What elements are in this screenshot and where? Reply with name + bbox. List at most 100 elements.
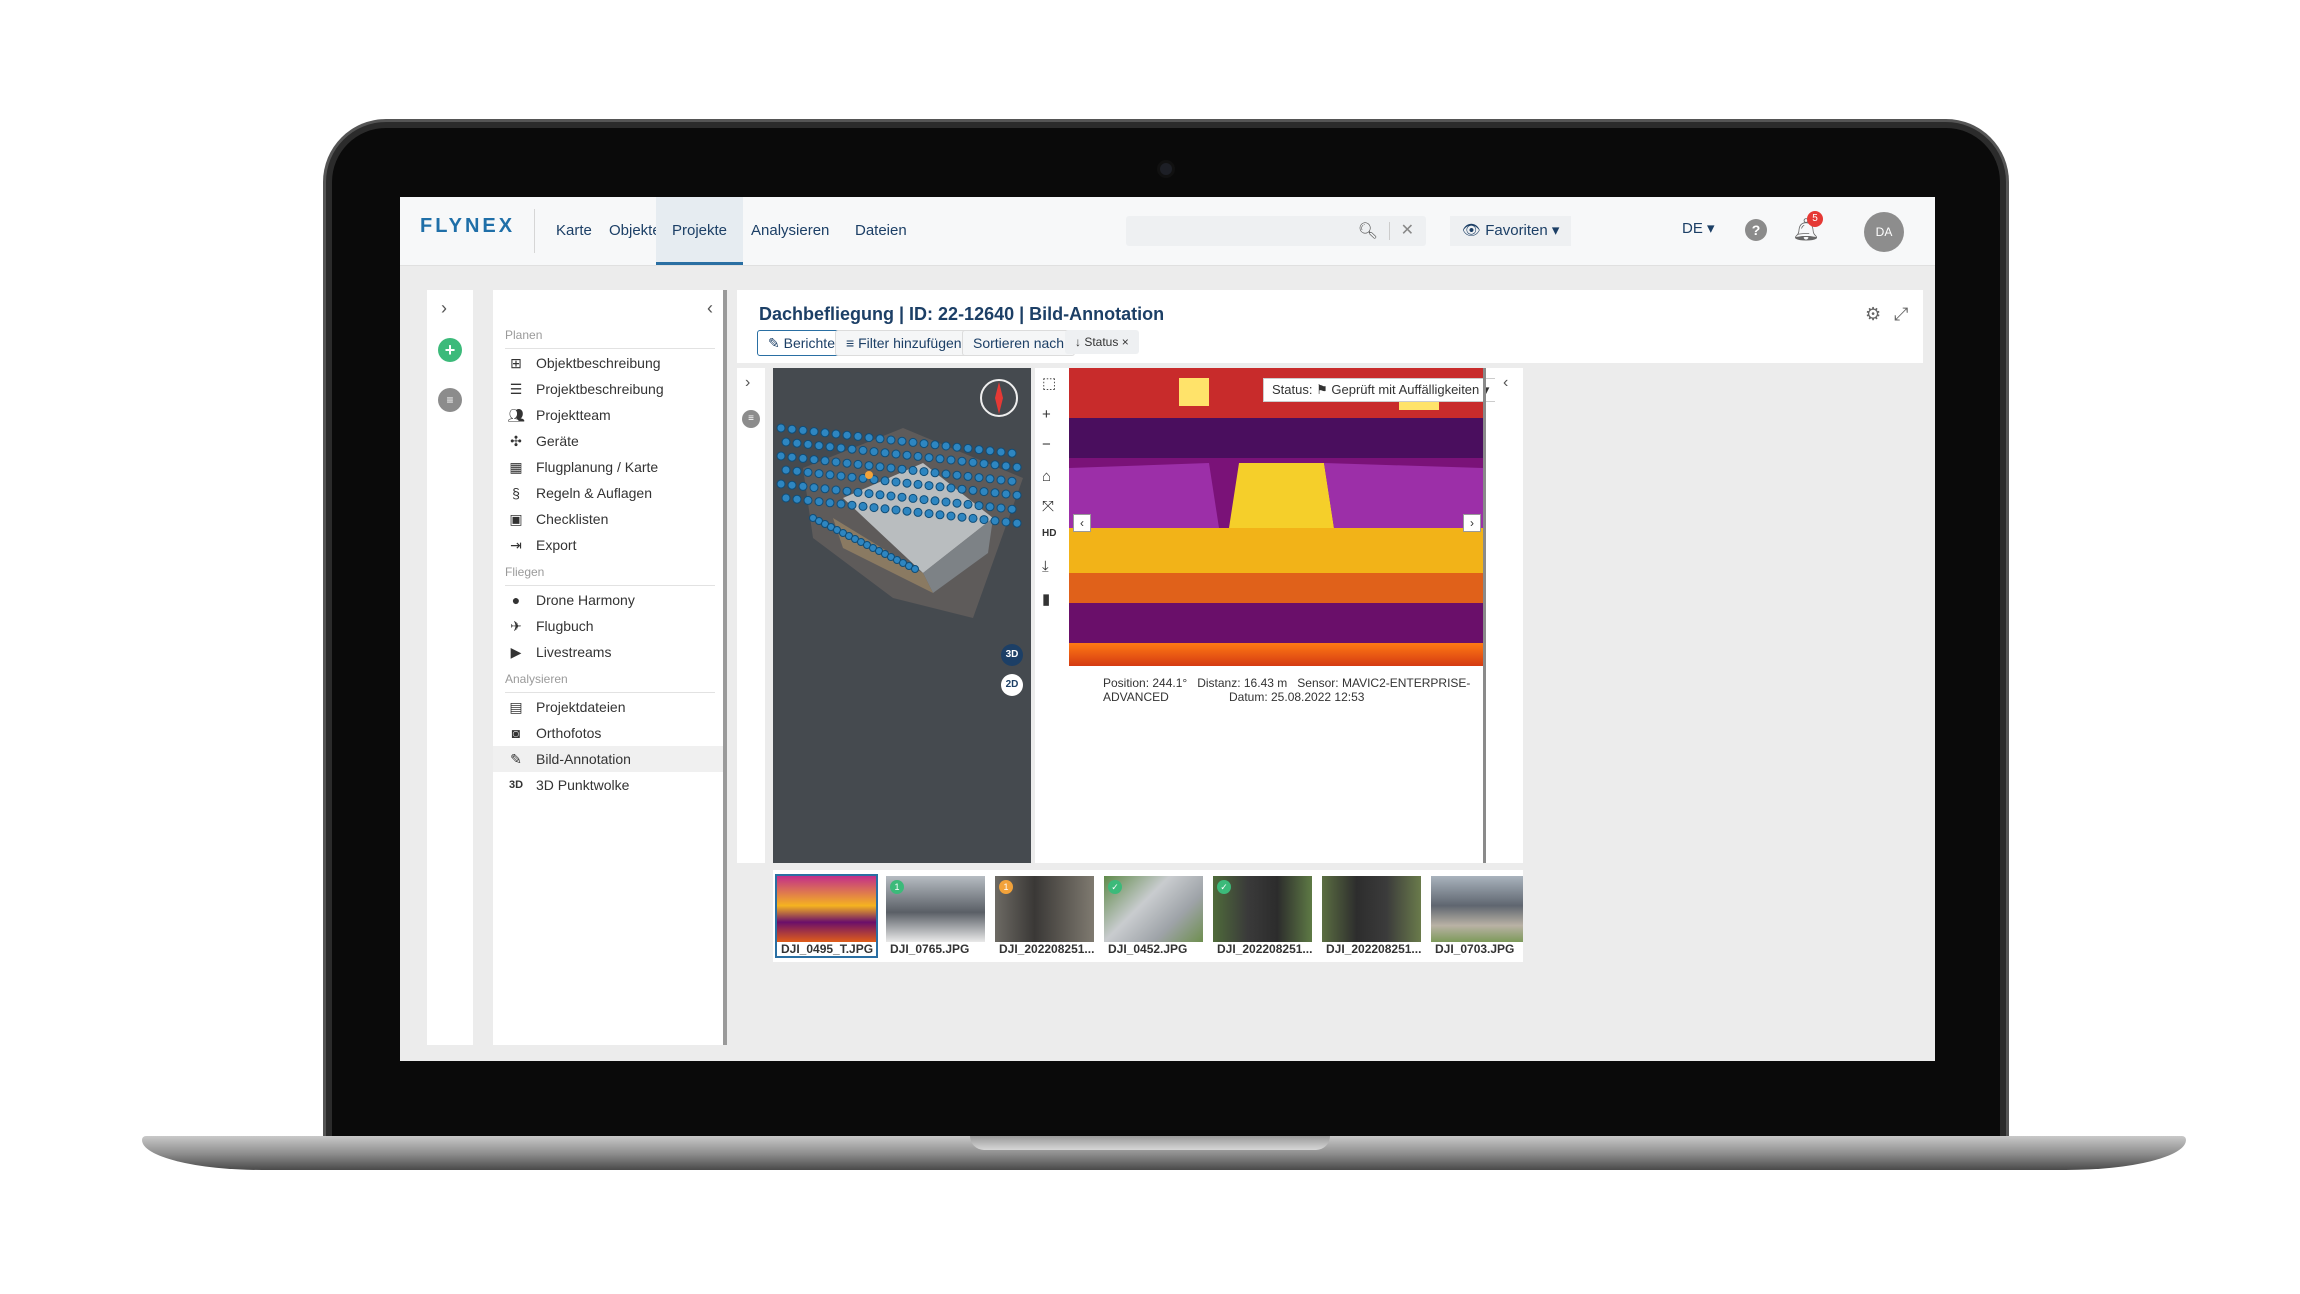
sidebar-item-projektbeschreibung[interactable]: ☰ Projektbeschreibung [493, 376, 723, 402]
camera-position-marker[interactable] [886, 491, 896, 501]
camera-position-marker[interactable] [787, 452, 797, 462]
favorites-dropdown[interactable]: 👁︎ Favoriten ▾ [1450, 216, 1572, 246]
camera-position-marker[interactable] [891, 449, 901, 459]
camera-position-marker[interactable] [990, 488, 1000, 498]
sidebar-item-projektteam[interactable]: 👥︎ Projektteam [493, 402, 723, 428]
trash-icon[interactable]: ▮ [1042, 590, 1050, 608]
list-icon[interactable]: ≡ [742, 410, 760, 428]
camera-position-marker[interactable] [902, 478, 912, 488]
reports-button[interactable]: ✎ Berichte [757, 330, 846, 356]
sidebar-item-projektdateien[interactable]: ▤ Projektdateien [493, 694, 723, 720]
fullscreen-icon[interactable]: ⤢ [1894, 304, 1908, 325]
camera-position-marker[interactable] [814, 441, 824, 451]
camera-position-marker[interactable] [908, 465, 918, 475]
camera-position-marker[interactable] [1001, 461, 1011, 471]
camera-position-marker[interactable] [875, 490, 885, 500]
camera-position-marker[interactable] [963, 443, 973, 453]
scrollbar[interactable] [1483, 368, 1486, 863]
camera-position-marker[interactable] [908, 493, 918, 503]
camera-position-marker[interactable] [908, 437, 918, 447]
scrollbar[interactable] [723, 290, 727, 1045]
camera-position-marker[interactable] [875, 434, 885, 444]
camera-position-marker[interactable] [776, 423, 786, 433]
select-area-icon[interactable]: ⬚ [1042, 374, 1056, 392]
add-filter-button[interactable]: ≡ Filter hinzufügen [835, 330, 973, 356]
3d-toggle-button[interactable]: 3D [1001, 644, 1023, 666]
sidebar-item-flugplanung[interactable]: ▦ Flugplanung / Karte [493, 454, 723, 480]
camera-position-marker[interactable] [820, 456, 830, 466]
camera-position-marker[interactable] [847, 500, 857, 510]
search-icon[interactable]: 🔍︎ [1358, 221, 1378, 241]
sidebar-item-geraete[interactable]: ✣ Geräte [493, 428, 723, 454]
thumbnail[interactable]: ✓ DJI_202208251... [1213, 876, 1312, 956]
camera-position-marker[interactable] [996, 447, 1006, 457]
camera-position-marker[interactable] [864, 461, 874, 471]
camera-position-marker[interactable] [809, 427, 819, 437]
language-dropdown[interactable]: DE ▾ [1682, 219, 1715, 237]
camera-position-marker[interactable] [836, 499, 846, 509]
camera-position-marker[interactable] [847, 472, 857, 482]
camera-position-marker[interactable] [985, 502, 995, 512]
camera-position-marker[interactable] [798, 425, 808, 435]
camera-position-marker[interactable] [880, 476, 890, 486]
camera-position-marker[interactable] [875, 462, 885, 472]
camera-position-marker[interactable] [996, 475, 1006, 485]
camera-position-marker[interactable] [919, 467, 929, 477]
camera-position-marker[interactable] [798, 453, 808, 463]
camera-position-marker[interactable] [919, 495, 929, 505]
thumbnail[interactable]: DJI_202208251... [1322, 876, 1421, 956]
3d-viewer[interactable]: 3D 2D [773, 368, 1031, 863]
camera-position-marker[interactable] [781, 465, 791, 475]
thumbnail[interactable]: 1 DJI_0765.JPG [886, 876, 985, 956]
camera-position-marker[interactable] [842, 486, 852, 496]
camera-position-marker[interactable] [990, 460, 1000, 470]
camera-position-marker[interactable] [831, 429, 841, 439]
camera-position-marker[interactable] [853, 459, 863, 469]
zoom-in-icon[interactable]: + [1042, 406, 1051, 423]
camera-position-marker[interactable] [776, 479, 786, 489]
sidebar-item-flugbuch[interactable]: ✈︎ Flugbuch [493, 613, 723, 639]
help-icon[interactable]: ? [1745, 219, 1767, 241]
nav-dateien[interactable]: Dateien [839, 197, 923, 265]
camera-position-marker[interactable] [996, 503, 1006, 513]
sidebar-item-regeln[interactable]: § Regeln & Auflagen [493, 480, 723, 506]
camera-position-marker[interactable] [1012, 462, 1022, 472]
camera-position-marker[interactable] [946, 511, 956, 521]
avatar[interactable]: DA [1864, 212, 1904, 252]
sidebar-item-export[interactable]: ⇥ Export [493, 532, 723, 558]
camera-position-marker[interactable] [952, 498, 962, 508]
camera-position-marker[interactable] [941, 469, 951, 479]
camera-position-marker[interactable] [968, 485, 978, 495]
camera-position-marker[interactable] [974, 473, 984, 483]
camera-position-marker[interactable] [820, 428, 830, 438]
thumbnail[interactable]: DJI_0703.JPG [1431, 876, 1523, 956]
camera-position-marker[interactable] [968, 457, 978, 467]
chevron-left-icon[interactable]: ‹ [707, 298, 713, 319]
camera-position-marker[interactable] [913, 451, 923, 461]
camera-position-marker[interactable] [924, 509, 934, 519]
add-icon[interactable]: + [438, 338, 462, 362]
camera-position-marker[interactable] [792, 494, 802, 504]
camera-position-marker[interactable] [836, 471, 846, 481]
camera-position-marker[interactable] [1012, 490, 1022, 500]
camera-position-marker[interactable] [809, 455, 819, 465]
sidebar-item-3d-punktwolke[interactable]: 3D 3D Punktwolke [493, 772, 723, 798]
thumbnail[interactable]: DJI_0495_T.JPG [775, 874, 878, 958]
2d-toggle-button[interactable]: 2D [1001, 674, 1023, 696]
thumbnail[interactable]: 1 DJI_202208251... [995, 876, 1094, 956]
camera-position-marker[interactable] [781, 437, 791, 447]
sidebar-item-orthofotos[interactable]: ◙ Orthofotos [493, 720, 723, 746]
camera-position-marker[interactable] [814, 497, 824, 507]
fit-icon[interactable]: ⤧ [1042, 498, 1054, 515]
list-icon[interactable]: ≡ [438, 388, 462, 412]
camera-position-marker[interactable] [886, 463, 896, 473]
camera-position-marker[interactable] [924, 453, 934, 463]
camera-position-marker[interactable] [963, 499, 973, 509]
camera-position-marker[interactable] [880, 504, 890, 514]
camera-position-marker[interactable] [1001, 489, 1011, 499]
camera-position-marker[interactable] [952, 470, 962, 480]
camera-position-marker[interactable] [831, 485, 841, 495]
camera-position-marker[interactable] [941, 441, 951, 451]
camera-position-marker[interactable] [825, 498, 835, 508]
sidebar-item-livestreams[interactable]: ▶ Livestreams [493, 639, 723, 665]
